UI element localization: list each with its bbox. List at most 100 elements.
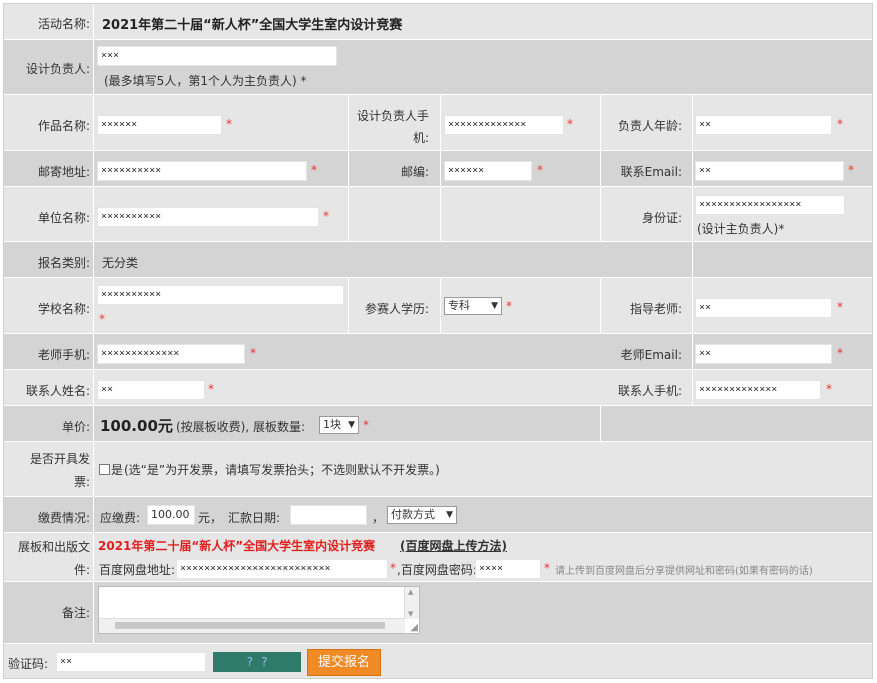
row-work: 作品名称: ×××××× * 设计负责人手 机: ××××××××××××× *… (4, 95, 872, 151)
contact-name-input[interactable]: ×× (97, 380, 205, 400)
idcard-label: 身份证: (641, 211, 682, 225)
row-activity: 活动名称: 2021年第二十届“新人杯”全国大学生室内设计竞赛 (4, 4, 872, 40)
zip-input[interactable]: ×××××× (444, 161, 532, 181)
age-required: * (837, 117, 843, 131)
price-note: (按展板收费), 展板数量: (176, 420, 306, 434)
payment-due-input[interactable]: 100.00 (147, 505, 195, 525)
advisor-required: * (837, 300, 843, 314)
leader-label: 设计负责人: (25, 62, 90, 76)
files-pwd-label: ,百度网盘密码: (397, 563, 477, 577)
horizontal-scrollbar[interactable] (99, 618, 405, 633)
category-label: 报名类别: (37, 256, 90, 270)
files-hint: 请上传到百度网盘后分享提供网址和密码(如果有密码的话) (555, 566, 813, 577)
email-label: 联系Email: (620, 165, 682, 179)
files-url-label: 百度网盘地址: (99, 563, 176, 577)
invoice-label-line1: 是否开具发 (29, 452, 90, 466)
phone-label-line2: 机: (412, 131, 429, 145)
invoice-hint: (选“是”为开发票，请填写发票抬头；不选则默认不开发票。) (124, 463, 440, 477)
school-required: * (99, 312, 105, 326)
contact-name-required: * (208, 382, 214, 396)
files-url-input[interactable]: ××××××××××××××××××××××××× (176, 559, 388, 579)
captcha-image[interactable]: ? ? (213, 652, 301, 672)
contact-phone-label: 联系人手机: (617, 384, 682, 398)
files-label-line1: 展板和出版文 (17, 540, 90, 554)
files-label-line2: 件: (73, 563, 90, 577)
resize-handle-icon[interactable]: ◢ (410, 622, 418, 633)
payment-method-select[interactable]: 付款方式 ▼ (387, 506, 457, 524)
payment-comma: ， (372, 511, 385, 525)
advisor-email-required: * (837, 346, 843, 360)
advisor-phone-input[interactable]: ××××××××××××× (97, 344, 245, 364)
files-pwd-input[interactable]: ×××× (475, 559, 541, 579)
payment-date-input[interactable] (290, 505, 367, 525)
row-school: 学校名称: ×××××××××× * 参赛人学历: 专科 ▼ * 指导老师: ××… (4, 278, 872, 334)
row-payment: 缴费情况: 应缴费: 100.00 元， 汇款日期: ， 付款方式 ▼ (4, 497, 872, 533)
price-amount: 100.00元 (100, 417, 173, 435)
remark-textarea[interactable]: ▲ ▼ ◢ (98, 586, 420, 634)
education-required: * (506, 299, 512, 313)
address-required: * (311, 163, 317, 177)
qty-select[interactable]: 1块 ▼ (319, 416, 359, 434)
payment-unit: 元， (198, 511, 223, 525)
payment-date-label: 汇款日期: (228, 511, 281, 525)
education-select[interactable]: 专科 ▼ (444, 297, 502, 315)
activity-label: 活动名称: (37, 17, 90, 31)
advisor-email-input[interactable]: ×× (695, 344, 832, 364)
row-unit: 单位名称: ×××××××××× * 身份证: ××××××××××××××××… (4, 187, 872, 242)
email-required: * (848, 163, 854, 177)
address-input[interactable]: ×××××××××× (97, 161, 307, 181)
leader-hint: (最多填写5人，第1个人为主负责人) * (104, 74, 307, 88)
invoice-option: 是 (111, 463, 124, 477)
files-url-required: * (390, 561, 396, 575)
leader-input[interactable]: ××× (97, 46, 337, 66)
age-input[interactable]: ×× (695, 115, 832, 135)
files-upload-guide-link[interactable]: (百度网盘上传方法) (400, 537, 507, 554)
advisor-input[interactable]: ×× (695, 298, 832, 318)
contact-phone-input[interactable]: ××××××××××××× (695, 380, 821, 400)
row-address: 邮寄地址: ×××××××××× * 邮编: ×××××× * 联系Email:… (4, 151, 872, 187)
row-price: 单价: 100.00元 (按展板收费), 展板数量: 1块 ▼ * (4, 406, 872, 442)
row-advisor-contact: 老师手机: ××××××××××××× * 老师Email: ×× * (4, 334, 872, 370)
zip-required: * (537, 163, 543, 177)
files-pwd-required: * (544, 561, 550, 575)
education-label: 参赛人学历: (364, 302, 429, 316)
address-label: 邮寄地址: (37, 165, 90, 179)
unit-label: 单位名称: (37, 211, 90, 225)
school-label: 学校名称: (37, 302, 90, 316)
row-leader: 设计负责人: ××× (最多填写5人，第1个人为主负责人) * (4, 40, 872, 95)
vertical-scrollbar[interactable]: ▲ ▼ (404, 587, 419, 619)
phone-input[interactable]: ××××××××××××× (444, 115, 564, 135)
email-input[interactable]: ×× (695, 161, 844, 181)
scrollbar-thumb[interactable] (115, 622, 385, 629)
idcard-hint: (设计主负责人)* (697, 222, 785, 236)
row-files: 展板和出版文 件: 2021年第二十届“新人杯”全国大学生室内设计竞赛 (百度网… (4, 533, 872, 582)
work-input[interactable]: ×××××× (97, 115, 222, 135)
row-category: 报名类别: 无分类 (4, 242, 872, 278)
scroll-up-icon[interactable]: ▲ (408, 588, 413, 596)
phone-required: * (567, 117, 573, 131)
captcha-input[interactable]: ×× (56, 652, 206, 672)
invoice-checkbox[interactable] (99, 464, 110, 475)
registration-form: 活动名称: 2021年第二十届“新人杯”全国大学生室内设计竞赛 设计负责人: ×… (3, 3, 873, 679)
advisor-label: 指导老师: (629, 302, 682, 316)
invoice-label-line2: 票: (73, 475, 90, 489)
contact-name-label: 联系人姓名: (25, 384, 90, 398)
submit-button[interactable]: 提交报名 (307, 649, 381, 676)
advisor-email-label: 老师Email: (620, 348, 682, 362)
phone-label-line1: 设计负责人手 (356, 109, 429, 123)
chevron-down-icon: ▼ (446, 510, 453, 520)
zip-label: 邮编: (400, 165, 429, 179)
unit-input[interactable]: ×××××××××× (97, 207, 319, 227)
category-value: 无分类 (102, 256, 139, 270)
idcard-input[interactable]: ××××××××××××××××× (695, 195, 845, 215)
advisor-phone-required: * (250, 346, 256, 360)
school-input[interactable]: ×××××××××× (97, 285, 344, 305)
captcha-label: 验证码: (8, 657, 49, 671)
scroll-down-icon[interactable]: ▼ (408, 610, 413, 618)
chevron-down-icon: ▼ (491, 301, 498, 311)
work-required: * (226, 117, 232, 131)
row-contact: 联系人姓名: ×× * 联系人手机: ××××××××××××× * (4, 370, 872, 406)
payment-label: 缴费情况: (37, 511, 90, 525)
files-title: 2021年第二十届“新人杯”全国大学生室内设计竞赛 (98, 539, 376, 553)
remark-label: 备注: (61, 606, 90, 620)
